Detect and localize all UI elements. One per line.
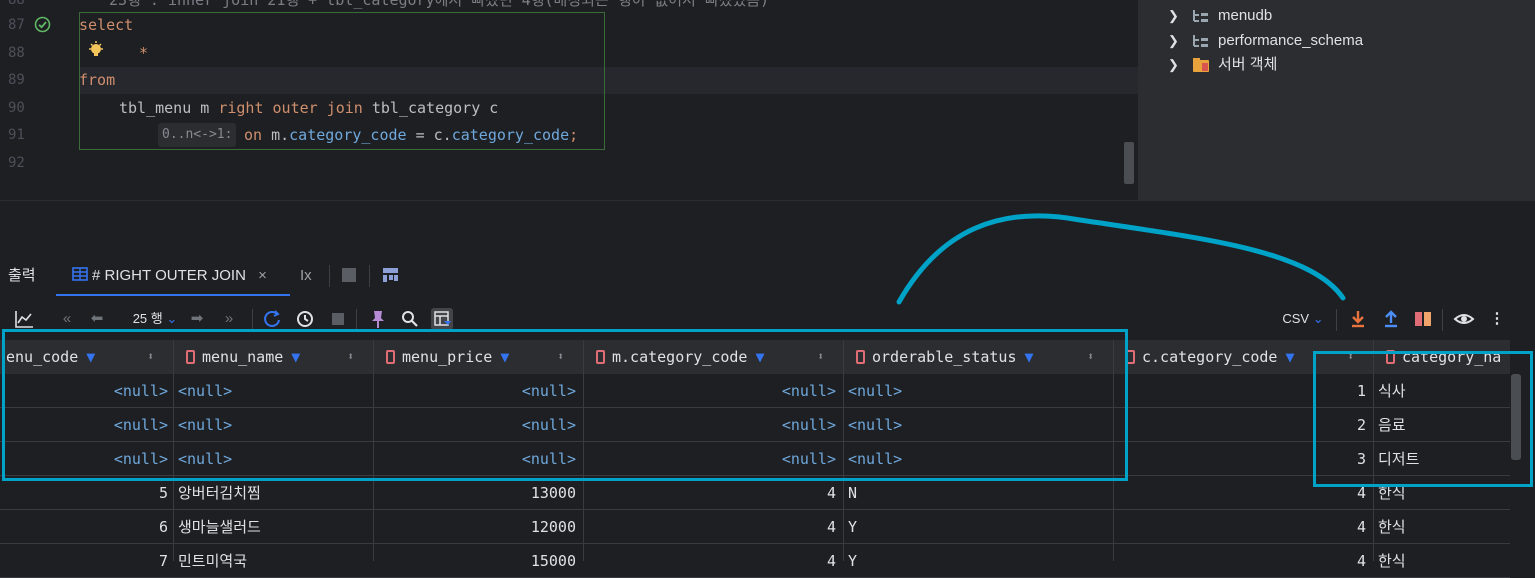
tree-item-label: performance_schema xyxy=(1218,32,1364,49)
table-cell[interactable]: 4 xyxy=(588,544,836,578)
line-number: 89 xyxy=(8,72,25,88)
table-cell[interactable]: 15000 xyxy=(378,544,576,578)
chart-icon[interactable] xyxy=(13,308,35,330)
schema-icon xyxy=(1193,35,1208,47)
editor-scrollbar[interactable] xyxy=(1124,142,1134,184)
eye-icon[interactable] xyxy=(1453,308,1475,330)
line-number: 90 xyxy=(8,100,25,116)
table-cell[interactable]: 4 xyxy=(588,476,836,510)
column-header-label: c.category_code xyxy=(1142,348,1278,366)
tree-item-menudb[interactable]: ❯ menudb xyxy=(1168,4,1272,28)
annotation-box-category-columns xyxy=(1313,351,1533,487)
table-cell[interactable]: 한식 xyxy=(1378,544,1506,578)
table-cell[interactable]: 5 xyxy=(8,476,168,510)
line-number: 91 xyxy=(8,127,25,143)
table-cell[interactable]: 4 xyxy=(1118,544,1366,578)
more-options-icon[interactable]: ⋮ xyxy=(1487,306,1507,332)
tree-item-performance-schema[interactable]: ❯ performance_schema xyxy=(1168,29,1363,53)
table-cell[interactable]: 4 xyxy=(1118,510,1366,544)
divider xyxy=(1336,309,1337,331)
active-tab-indicator xyxy=(56,294,290,296)
chevron-right-icon[interactable]: ❯ xyxy=(1168,29,1182,53)
export-format-select[interactable]: CSV ⌄ xyxy=(1278,306,1328,332)
layout-icon[interactable] xyxy=(383,268,398,282)
database-explorer: ❯ menudb ❯ performance_schema ❯ 서버 객체 xyxy=(1138,0,1535,200)
line-number: 88 xyxy=(8,45,25,61)
table-cell[interactable]: 한식 xyxy=(1378,510,1506,544)
chevron-right-icon[interactable]: ❯ xyxy=(1168,4,1182,28)
divider xyxy=(1442,309,1443,331)
results-tab-bar: 출력 # RIGHT OUTER JOIN × Ix xyxy=(0,256,1535,296)
tab-result[interactable]: # RIGHT OUTER JOIN × xyxy=(72,256,267,296)
refresh-icon[interactable] xyxy=(261,308,283,330)
filter-layout-icon[interactable] xyxy=(431,308,453,330)
close-icon[interactable]: × xyxy=(258,267,267,284)
schema-icon xyxy=(1193,10,1208,22)
line-number: 87 xyxy=(8,17,25,33)
divider xyxy=(369,265,370,287)
stop-icon[interactable] xyxy=(327,308,349,330)
table-cell[interactable]: 13000 xyxy=(378,476,576,510)
run-success-icon[interactable] xyxy=(34,16,51,33)
table-cell[interactable]: 4 xyxy=(588,510,836,544)
history-icon[interactable] xyxy=(294,308,316,330)
rows-label: 25 행 xyxy=(132,311,163,326)
splitter-area xyxy=(0,200,1535,256)
download-icon[interactable] xyxy=(1347,308,1369,330)
stop-icon[interactable] xyxy=(342,268,356,282)
divider xyxy=(329,265,330,287)
compare-icon[interactable] xyxy=(1412,308,1434,330)
table-cell[interactable]: 7 xyxy=(8,544,168,578)
divider xyxy=(252,309,253,331)
divider xyxy=(0,200,1535,201)
table-cell[interactable]: Y xyxy=(848,510,1106,544)
table-cell[interactable]: 앙버터김치찜 xyxy=(178,476,368,510)
filter-icon[interactable]: ▼ xyxy=(1285,348,1294,366)
table-cell[interactable]: N xyxy=(848,476,1106,510)
table-cell[interactable]: 민트미역국 xyxy=(178,544,368,578)
pin-icon[interactable] xyxy=(367,308,389,330)
upload-icon[interactable] xyxy=(1380,308,1402,330)
annotation-box-null-columns xyxy=(2,329,1128,481)
line-number: 88 xyxy=(8,0,25,8)
tree-item-server-objects[interactable]: ❯ 서버 객체 xyxy=(1168,53,1277,77)
tab-tx[interactable]: Ix xyxy=(300,256,312,296)
tree-item-label: menudb xyxy=(1218,7,1273,24)
chevron-down-icon: ⌄ xyxy=(166,311,178,326)
chevron-right-icon[interactable]: ❯ xyxy=(1168,53,1182,77)
export-format-label: CSV xyxy=(1282,311,1310,326)
chevron-down-icon: ⌄ xyxy=(1312,311,1324,326)
tab-output[interactable]: 출력 xyxy=(8,256,36,296)
sql-editor[interactable]: 88 87 88 89 90 91 92 23행 : inner join 21… xyxy=(0,0,1138,200)
table-cell[interactable]: 12000 xyxy=(378,510,576,544)
folder-icon xyxy=(1193,58,1209,72)
table-icon xyxy=(72,267,88,281)
lightbulb-icon[interactable] xyxy=(86,40,106,60)
tab-result-label: # RIGHT OUTER JOIN xyxy=(92,267,246,284)
cardinality-inlay-hint: 0..n<->1: xyxy=(158,123,237,147)
divider xyxy=(356,309,357,331)
table-cell[interactable]: 6 xyxy=(8,510,168,544)
search-icon[interactable] xyxy=(399,308,421,330)
tree-item-label: 서버 객체 xyxy=(1218,56,1278,73)
table-cell[interactable]: 생마늘샐러드 xyxy=(178,510,368,544)
table-cell[interactable]: Y xyxy=(848,544,1106,578)
line-number: 92 xyxy=(8,155,25,171)
